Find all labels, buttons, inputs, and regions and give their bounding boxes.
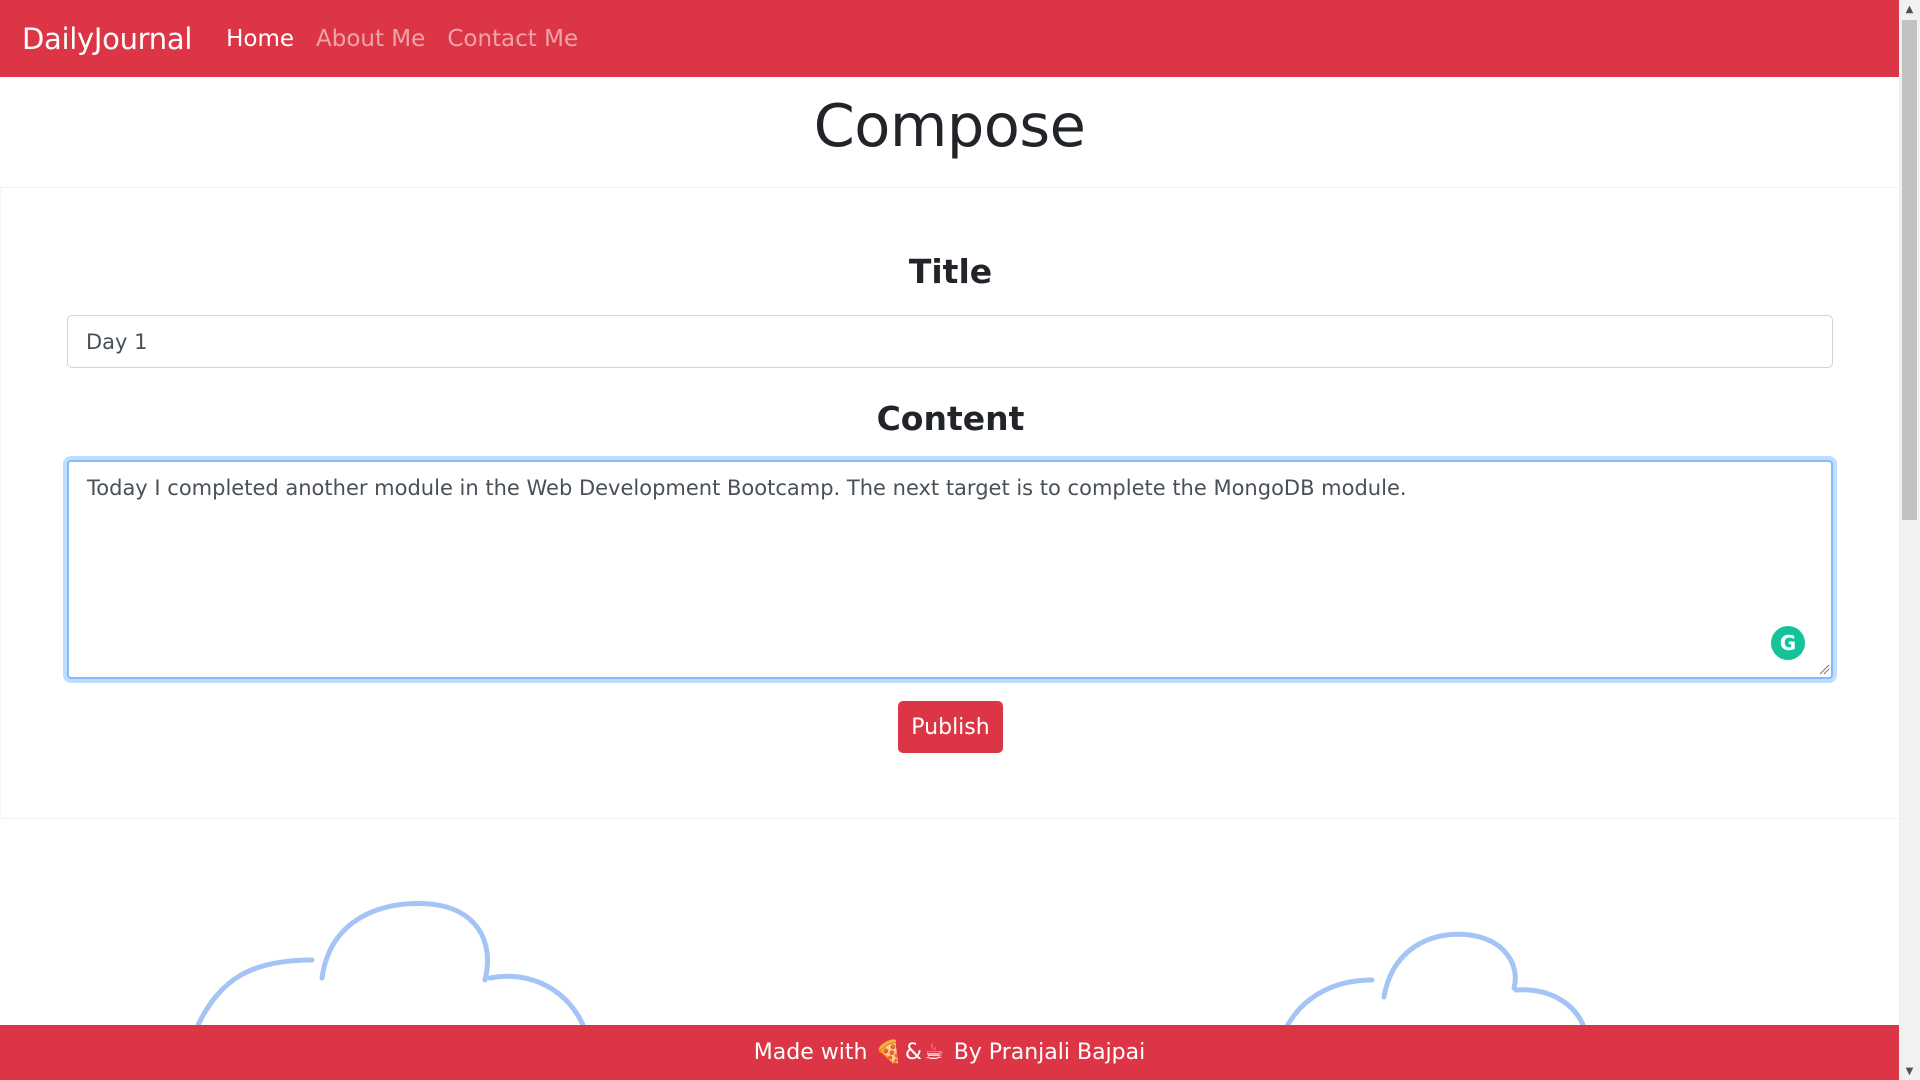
resize-handle-icon[interactable]	[1818, 663, 1830, 675]
content-label: Content	[876, 399, 1025, 438]
page-title: Compose	[813, 91, 1086, 160]
pizza-icon: 🍕	[875, 1040, 903, 1065]
cloud-left-icon	[195, 957, 315, 1028]
publish-button[interactable]: Publish	[898, 701, 1003, 753]
nav-link-home[interactable]: Home	[226, 26, 294, 52]
grammarly-icon[interactable]: G	[1771, 626, 1805, 660]
scroll-thumb[interactable]	[1902, 20, 1917, 520]
title-input[interactable]	[67, 315, 1833, 368]
nav-link-about[interactable]: About Me	[316, 26, 425, 52]
cloud-right-icon	[1282, 977, 1375, 1033]
nav-link-contact[interactable]: Contact Me	[447, 26, 578, 52]
coffee-icon: ☕	[923, 1040, 944, 1065]
title-label: Title	[908, 252, 993, 291]
footer: Made with 🍕 & ☕ By Pranjali Bajpai	[0, 1025, 1899, 1080]
footer-prefix: Made with	[753, 1040, 868, 1065]
scroll-down-icon[interactable]: ▼	[1899, 1062, 1920, 1080]
brand-link[interactable]: DailyJournal	[22, 22, 192, 56]
navbar: DailyJournal Home About Me Contact Me	[0, 0, 1899, 77]
footer-separator: &	[904, 1040, 922, 1065]
footer-author: By Pranjali Bajpai	[953, 1040, 1146, 1065]
scrollbar[interactable]: ▲ ▼	[1899, 0, 1920, 1080]
clouds-illustration	[195, 901, 1588, 1033]
scroll-up-icon[interactable]: ▲	[1899, 0, 1920, 18]
page: DailyJournal Home About Me Contact Me Co…	[0, 0, 1920, 1080]
content-textarea[interactable]: Today I completed another module in the …	[67, 460, 1833, 679]
compose-form: Title Content Today I completed another …	[0, 187, 1899, 819]
